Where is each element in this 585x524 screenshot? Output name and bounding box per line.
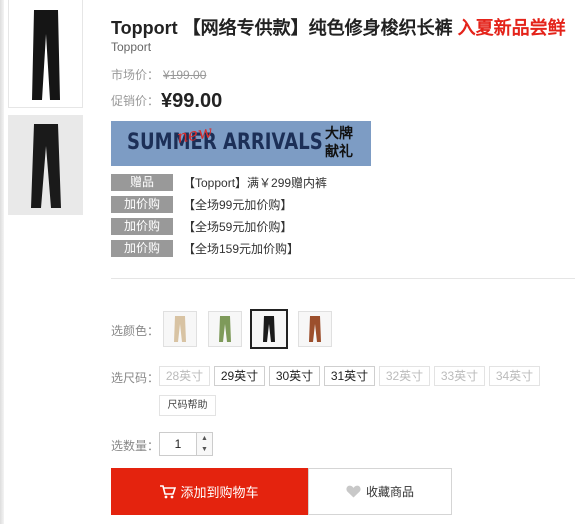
market-price-label: 市场价： [111, 68, 160, 82]
size-option-28[interactable]: 28英寸 [159, 366, 210, 386]
pants-image-1 [31, 9, 60, 100]
color-swatch-khaki[interactable] [163, 311, 197, 347]
size-option-29[interactable]: 29英寸 [214, 366, 265, 386]
size-option-33[interactable]: 33英寸 [434, 366, 485, 386]
promo-tag: 加价购 [111, 196, 173, 213]
size-option-31[interactable]: 31英寸 [324, 366, 375, 386]
promo-tag: 加价购 [111, 218, 173, 235]
favorite-button[interactable]: 收藏商品 [308, 468, 452, 515]
size-option-30[interactable]: 30英寸 [269, 366, 320, 386]
thumbnail-2[interactable] [8, 115, 83, 215]
size-help-button[interactable]: 尺码帮助 [159, 395, 216, 416]
pants-khaki-icon [174, 316, 186, 342]
market-price-row: 市场价： ¥199.00 [111, 66, 206, 83]
quantity-input[interactable]: 1 [159, 432, 197, 456]
swatch-fill [263, 316, 275, 342]
swatch-fill [174, 316, 186, 342]
cart-icon [160, 484, 177, 498]
pants-image-2 [30, 124, 61, 208]
sale-price-label: 促销价： [111, 94, 160, 108]
promo-tag: 加价购 [111, 240, 173, 257]
quantity-stepper[interactable]: ▲ ▼ [197, 432, 213, 456]
color-swatch-black[interactable] [250, 309, 288, 349]
promo-text[interactable]: 【全场159元加价购】 [183, 240, 299, 257]
promo-row-addon-59: 加价购 【全场59元加价购】 [111, 218, 292, 235]
decrement-arrow-icon[interactable]: ▼ [197, 444, 212, 455]
heart-icon [346, 485, 361, 498]
product-title-promo: 入夏新品尝鲜 [457, 18, 566, 38]
section-divider [111, 278, 575, 279]
promo-row-gift: 赠品 【Topport】满￥299赠内裤 [111, 174, 327, 191]
color-label: 选颜色： [111, 324, 160, 338]
favorite-label: 收藏商品 [365, 485, 414, 499]
promo-text[interactable]: 【全场99元加价购】 [183, 196, 292, 213]
pants-black-icon [263, 316, 275, 342]
product-title-main: Topport 【网络专供款】纯色修身梭织长裤 [111, 18, 453, 38]
swatch-fill [219, 316, 231, 342]
promo-tag: 赠品 [111, 174, 173, 191]
promo-text[interactable]: 【Topport】满￥299赠内裤 [183, 174, 327, 191]
product-title: Topport 【网络专供款】纯色修身梭织长裤 入夏新品尝鲜 [111, 14, 566, 40]
banner-text: SUMMER ARRIVALS [127, 130, 323, 155]
add-to-cart-label: 添加到购物车 [180, 485, 259, 500]
add-to-cart-button[interactable]: 添加到购物车 [111, 468, 308, 515]
banner-cn-text: 大牌献礼 [325, 125, 353, 159]
promo-row-addon-99: 加价购 【全场99元加价购】 [111, 196, 292, 213]
size-label: 选尺码： [111, 371, 160, 385]
page-edge [0, 0, 4, 524]
summer-arrivals-banner[interactable]: SUMMER ARRIVALS new 大牌献礼 [111, 121, 371, 166]
promo-text[interactable]: 【全场59元加价购】 [183, 218, 292, 235]
promo-row-addon-159: 加价购 【全场159元加价购】 [111, 240, 299, 257]
increment-arrow-icon[interactable]: ▲ [197, 433, 212, 444]
size-option-34[interactable]: 34英寸 [489, 366, 540, 386]
color-swatch-green[interactable] [208, 311, 242, 347]
color-swatch-brown[interactable] [298, 311, 332, 347]
swatch-fill [309, 316, 321, 342]
pants-green-icon [219, 316, 231, 342]
thumbnail-1[interactable] [8, 0, 83, 108]
quantity-label: 选数量： [111, 439, 160, 453]
pants-brown-icon [309, 316, 321, 342]
sale-price-row: 促销价： ¥99.00 [111, 90, 222, 113]
size-option-32[interactable]: 32英寸 [379, 366, 430, 386]
sale-price-value: ¥99.00 [161, 90, 223, 112]
brand-name: Topport [111, 40, 152, 54]
market-price-value: ¥199.00 [163, 68, 207, 82]
